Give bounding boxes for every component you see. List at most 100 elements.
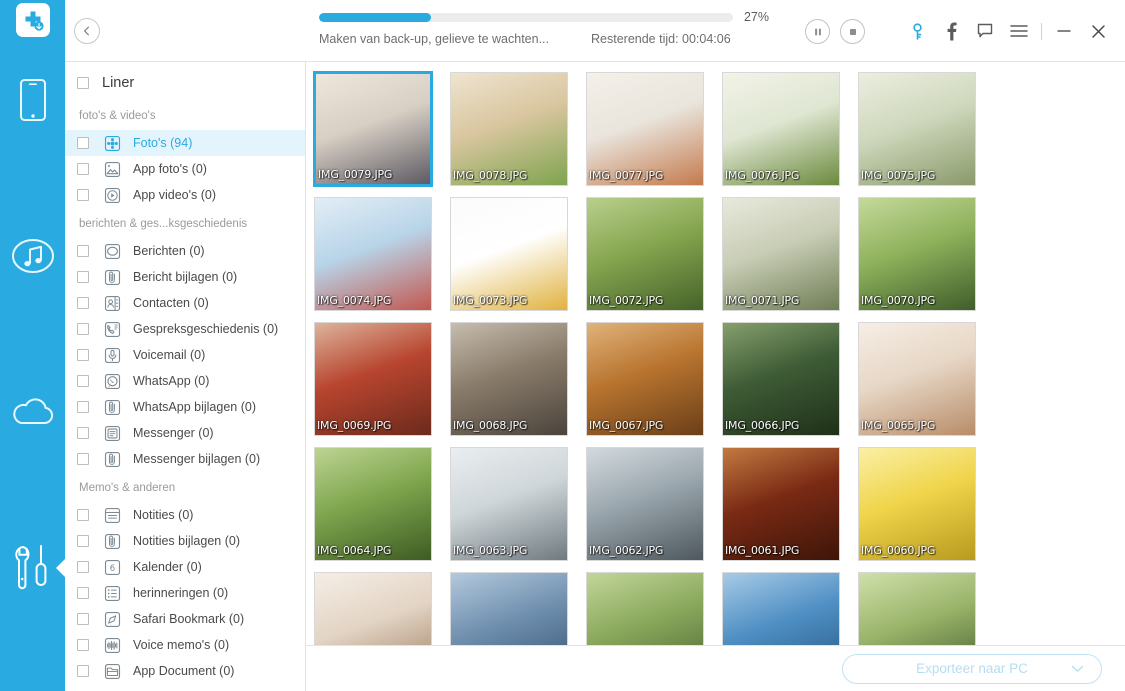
thumbnail-filename: IMG_0064.JPG: [317, 544, 392, 557]
gallery-scroll-area[interactable]: IMG_0079.JPG IMG_0078.JPG IMG_0077.JPG IMG_…: [306, 62, 1125, 645]
sidebar-item-whatsapp-0[interactable]: WhatsApp (0): [65, 368, 305, 394]
sidebar-item-label: Bericht bijlagen (0): [133, 270, 238, 284]
sidebar-item-checkbox[interactable]: [77, 561, 89, 573]
thumbnail-item[interactable]: IMG_0061.JPG: [722, 447, 840, 561]
key-icon[interactable]: [900, 0, 934, 62]
facebook-icon[interactable]: [934, 0, 968, 62]
back-button[interactable]: [74, 17, 100, 44]
thumbnail-item[interactable]: IMG_0067.JPG: [586, 322, 704, 436]
thumbnail-item[interactable]: IMG_0074.JPG: [314, 197, 432, 311]
thumbnail-item[interactable]: IMG_0076.JPG: [722, 72, 840, 186]
sidebar-item-berichten-0[interactable]: Berichten (0): [65, 238, 305, 264]
thumbnail-item[interactable]: IMG_0057.JPG: [586, 572, 704, 645]
sidebar-item-checkbox[interactable]: [77, 297, 89, 309]
attachment-icon: [102, 450, 122, 468]
thumbnail-item[interactable]: IMG_0070.JPG: [858, 197, 976, 311]
sidebar-item-messenger-0[interactable]: Messenger (0): [65, 420, 305, 446]
sidebar-item-whatsapp-bijlagen-0[interactable]: WhatsApp bijlagen (0): [65, 394, 305, 420]
thumbnail-item[interactable]: IMG_0066.JPG: [722, 322, 840, 436]
sidebar-item-checkbox[interactable]: [77, 509, 89, 521]
sidebar-item-app-document-0[interactable]: App Document (0): [65, 658, 305, 684]
chevron-down-icon[interactable]: [1071, 661, 1084, 676]
rail-item-device[interactable]: [0, 67, 65, 133]
sidebar-item-checkbox[interactable]: [77, 323, 89, 335]
device-row[interactable]: Liner: [65, 65, 305, 100]
sidebar-item-checkbox[interactable]: [77, 375, 89, 387]
thumbnail-item[interactable]: IMG_0060.JPG: [858, 447, 976, 561]
rail-item-cloud[interactable]: [0, 379, 65, 445]
thumbnail-item[interactable]: [858, 572, 976, 645]
gallery-panel: IMG_0079.JPG IMG_0078.JPG IMG_0077.JPG IMG_…: [306, 62, 1125, 691]
sidebar-item-voicemail-0[interactable]: Voicemail (0): [65, 342, 305, 368]
sidebar-item-gespreksgeschiedenis-0[interactable]: Gespreksgeschiedenis (0): [65, 316, 305, 342]
sidebar-item-bericht-bijlagen-0[interactable]: Bericht bijlagen (0): [65, 264, 305, 290]
sidebar-item-checkbox[interactable]: [77, 163, 89, 175]
sidebar-item-voice-memo-s-0[interactable]: Voice memo's (0): [65, 632, 305, 658]
sidebar-item-label: Voice memo's (0): [133, 638, 230, 652]
left-rail: [0, 0, 65, 691]
sidebar-item-checkbox[interactable]: [77, 401, 89, 413]
close-icon[interactable]: [1081, 0, 1115, 62]
sidebar-item-checkbox[interactable]: [77, 613, 89, 625]
thumbnail-item[interactable]: IMG_0059.JPG: [314, 572, 432, 645]
thumbnail-item[interactable]: IMG_0056.JPG: [722, 572, 840, 645]
sidebar-item-checkbox[interactable]: [77, 535, 89, 547]
thumbnail-item[interactable]: IMG_0079.JPG: [313, 71, 433, 187]
thumbnail-item[interactable]: IMG_0072.JPG: [586, 197, 704, 311]
thumbnail-item[interactable]: IMG_0064.JPG: [314, 447, 432, 561]
sidebar-item-kalender-0[interactable]: 6 Kalender (0): [65, 554, 305, 580]
sidebar-item-notities-0[interactable]: Notities (0): [65, 502, 305, 528]
sidebar-item-checkbox[interactable]: [77, 587, 89, 599]
sidebar-item-checkbox[interactable]: [77, 245, 89, 257]
thumbnail-item[interactable]: IMG_0078.JPG: [450, 72, 568, 186]
photos-icon: [102, 134, 122, 152]
sidebar-item-notities-bijlagen-0[interactable]: Notities bijlagen (0): [65, 528, 305, 554]
whatsapp-icon: [102, 372, 122, 390]
minimize-icon[interactable]: [1047, 0, 1081, 62]
sidebar-item-checkbox[interactable]: [77, 665, 89, 677]
thumbnail-item[interactable]: IMG_0069.JPG: [314, 322, 432, 436]
sidebar-item-safari-bookmark-0[interactable]: Safari Bookmark (0): [65, 606, 305, 632]
sidebar-item-app-foto-s-0[interactable]: App foto's (0): [65, 156, 305, 182]
sidebar-groups: foto's & video's Foto's (94) App foto's (0…: [65, 102, 305, 684]
sidebar-item-checkbox[interactable]: [77, 137, 89, 149]
thumbnail-item[interactable]: IMG_0065.JPG: [858, 322, 976, 436]
sidebar-item-checkbox[interactable]: [77, 639, 89, 651]
sidebar-item-checkbox[interactable]: [77, 189, 89, 201]
thumbnail-filename: IMG_0062.JPG: [589, 544, 664, 557]
sidebar-item-checkbox[interactable]: [77, 271, 89, 283]
thumbnail-item[interactable]: IMG_0068.JPG: [450, 322, 568, 436]
thumbnail-item[interactable]: IMG_0071.JPG: [722, 197, 840, 311]
transfer-controls: [805, 19, 865, 44]
arrow-left-icon: [83, 26, 90, 35]
thumbnail-filename: IMG_0069.JPG: [317, 419, 392, 432]
sidebar-item-label: App video's (0): [133, 188, 216, 202]
sidebar-item-app-video-s-0[interactable]: App video's (0): [65, 182, 305, 208]
thumbnail-item[interactable]: IMG_0077.JPG: [586, 72, 704, 186]
sidebar-item-checkbox[interactable]: [77, 427, 89, 439]
app-videos-icon: [102, 186, 122, 204]
sidebar-item-checkbox[interactable]: [77, 453, 89, 465]
sidebar-group-title: Memo's & anderen: [79, 482, 176, 494]
thumbnail-item[interactable]: IMG_0058.JPG: [450, 572, 568, 645]
feedback-bubble-icon[interactable]: [968, 0, 1002, 62]
rail-item-toolkit[interactable]: [0, 535, 65, 601]
hamburger-menu-icon[interactable]: [1002, 0, 1036, 62]
sidebar-item-messenger-bijlagen-0[interactable]: Messenger bijlagen (0): [65, 446, 305, 472]
sidebar-item-label: Notities bijlagen (0): [133, 534, 240, 548]
export-to-pc-button[interactable]: Exporteer naar PC: [842, 653, 1102, 684]
pause-button[interactable]: [805, 19, 830, 44]
thumbnail-item[interactable]: IMG_0062.JPG: [586, 447, 704, 561]
stop-button[interactable]: [840, 19, 865, 44]
thumbnail-item[interactable]: IMG_0063.JPG: [450, 447, 568, 561]
sidebar-group-title: berichten & ges...ksgeschiedenis: [79, 218, 248, 230]
reminders-icon: [102, 584, 122, 602]
sidebar-item-foto-s-94[interactable]: Foto's (94): [65, 130, 305, 156]
sidebar-item-checkbox[interactable]: [77, 349, 89, 361]
rail-item-music[interactable]: [0, 223, 65, 289]
thumbnail-item[interactable]: IMG_0073.JPG: [450, 197, 568, 311]
sidebar-item-contacten-0[interactable]: Contacten (0): [65, 290, 305, 316]
sidebar-item-herinneringen-0[interactable]: herinneringen (0): [65, 580, 305, 606]
device-checkbox[interactable]: [77, 76, 89, 89]
thumbnail-item[interactable]: IMG_0075.JPG: [858, 72, 976, 186]
